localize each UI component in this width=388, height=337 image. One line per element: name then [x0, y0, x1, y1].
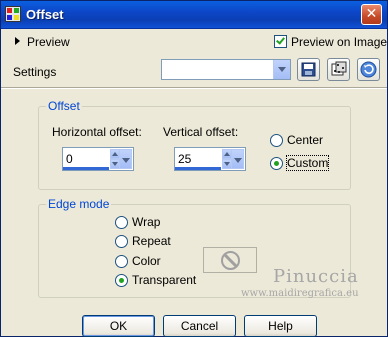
vertical-offset-label: Vertical offset:: [163, 125, 239, 139]
center-radio[interactable]: [270, 134, 283, 147]
settings-preset-combo[interactable]: [161, 59, 291, 80]
transparent-radio[interactable]: [115, 274, 128, 287]
separator: [1, 87, 387, 89]
save-preset-button[interactable]: [297, 58, 320, 81]
preview-on-image-checkbox[interactable]: [274, 35, 287, 48]
checkmark-icon: [276, 35, 285, 45]
transparent-label[interactable]: Transparent: [132, 273, 196, 287]
offset-group-title: Offset: [46, 99, 82, 113]
watermark-url: www.maidiregrafica.eu: [241, 288, 359, 299]
close-icon: ✕: [365, 6, 378, 22]
radio-selected-dot: [119, 278, 124, 283]
save-icon: [301, 62, 316, 77]
no-color-icon: [221, 251, 240, 270]
color-label[interactable]: Color: [132, 254, 161, 268]
ok-button[interactable]: OK: [82, 315, 155, 337]
app-icon: [5, 6, 21, 22]
preview-label: Preview: [27, 35, 70, 49]
edge-mode-group-title: Edge mode: [46, 197, 112, 211]
title-bar[interactable]: Offset ✕: [1, 1, 387, 29]
watermark-name: Pinuccia: [273, 266, 359, 287]
repeat-radio[interactable]: [115, 235, 128, 248]
vertical-offset-dropdown-icon[interactable]: [231, 149, 244, 169]
help-button[interactable]: Help: [244, 315, 317, 337]
close-button[interactable]: ✕: [361, 4, 382, 25]
custom-label[interactable]: Custom: [285, 155, 330, 171]
wrap-radio[interactable]: [115, 216, 128, 229]
vertical-offset-value[interactable]: 25: [178, 152, 191, 166]
custom-radio[interactable]: [270, 157, 283, 170]
value-bar: [175, 167, 221, 170]
reset-icon: [360, 61, 377, 78]
wrap-label[interactable]: Wrap: [132, 215, 160, 229]
horizontal-offset-dropdown-icon[interactable]: [119, 149, 132, 169]
color-radio[interactable]: [115, 255, 128, 268]
dice-icon: [331, 61, 347, 76]
repeat-label[interactable]: Repeat: [132, 234, 171, 248]
offset-dialog: Offset ✕ Preview Preview on Image Settin…: [0, 0, 388, 337]
expand-arrow-icon: [15, 37, 20, 45]
horizontal-offset-field[interactable]: 0: [62, 147, 134, 171]
reset-button[interactable]: [357, 58, 380, 81]
randomize-button[interactable]: [327, 58, 350, 81]
settings-label: Settings: [13, 65, 57, 79]
value-bar: [63, 167, 109, 170]
combo-dropdown-icon[interactable]: [273, 60, 290, 79]
horizontal-offset-label: Horizontal offset:: [52, 125, 142, 139]
horizontal-offset-value[interactable]: 0: [66, 152, 73, 166]
edge-color-swatch[interactable]: [203, 247, 257, 273]
cancel-button[interactable]: Cancel: [163, 315, 236, 337]
preview-toggle[interactable]: Preview: [13, 34, 93, 50]
vertical-offset-field[interactable]: 25: [174, 147, 246, 171]
window-title: Offset: [26, 7, 64, 22]
center-label[interactable]: Center: [287, 133, 323, 147]
radio-selected-dot: [274, 161, 279, 166]
preview-on-image-label[interactable]: Preview on Image: [291, 35, 387, 49]
